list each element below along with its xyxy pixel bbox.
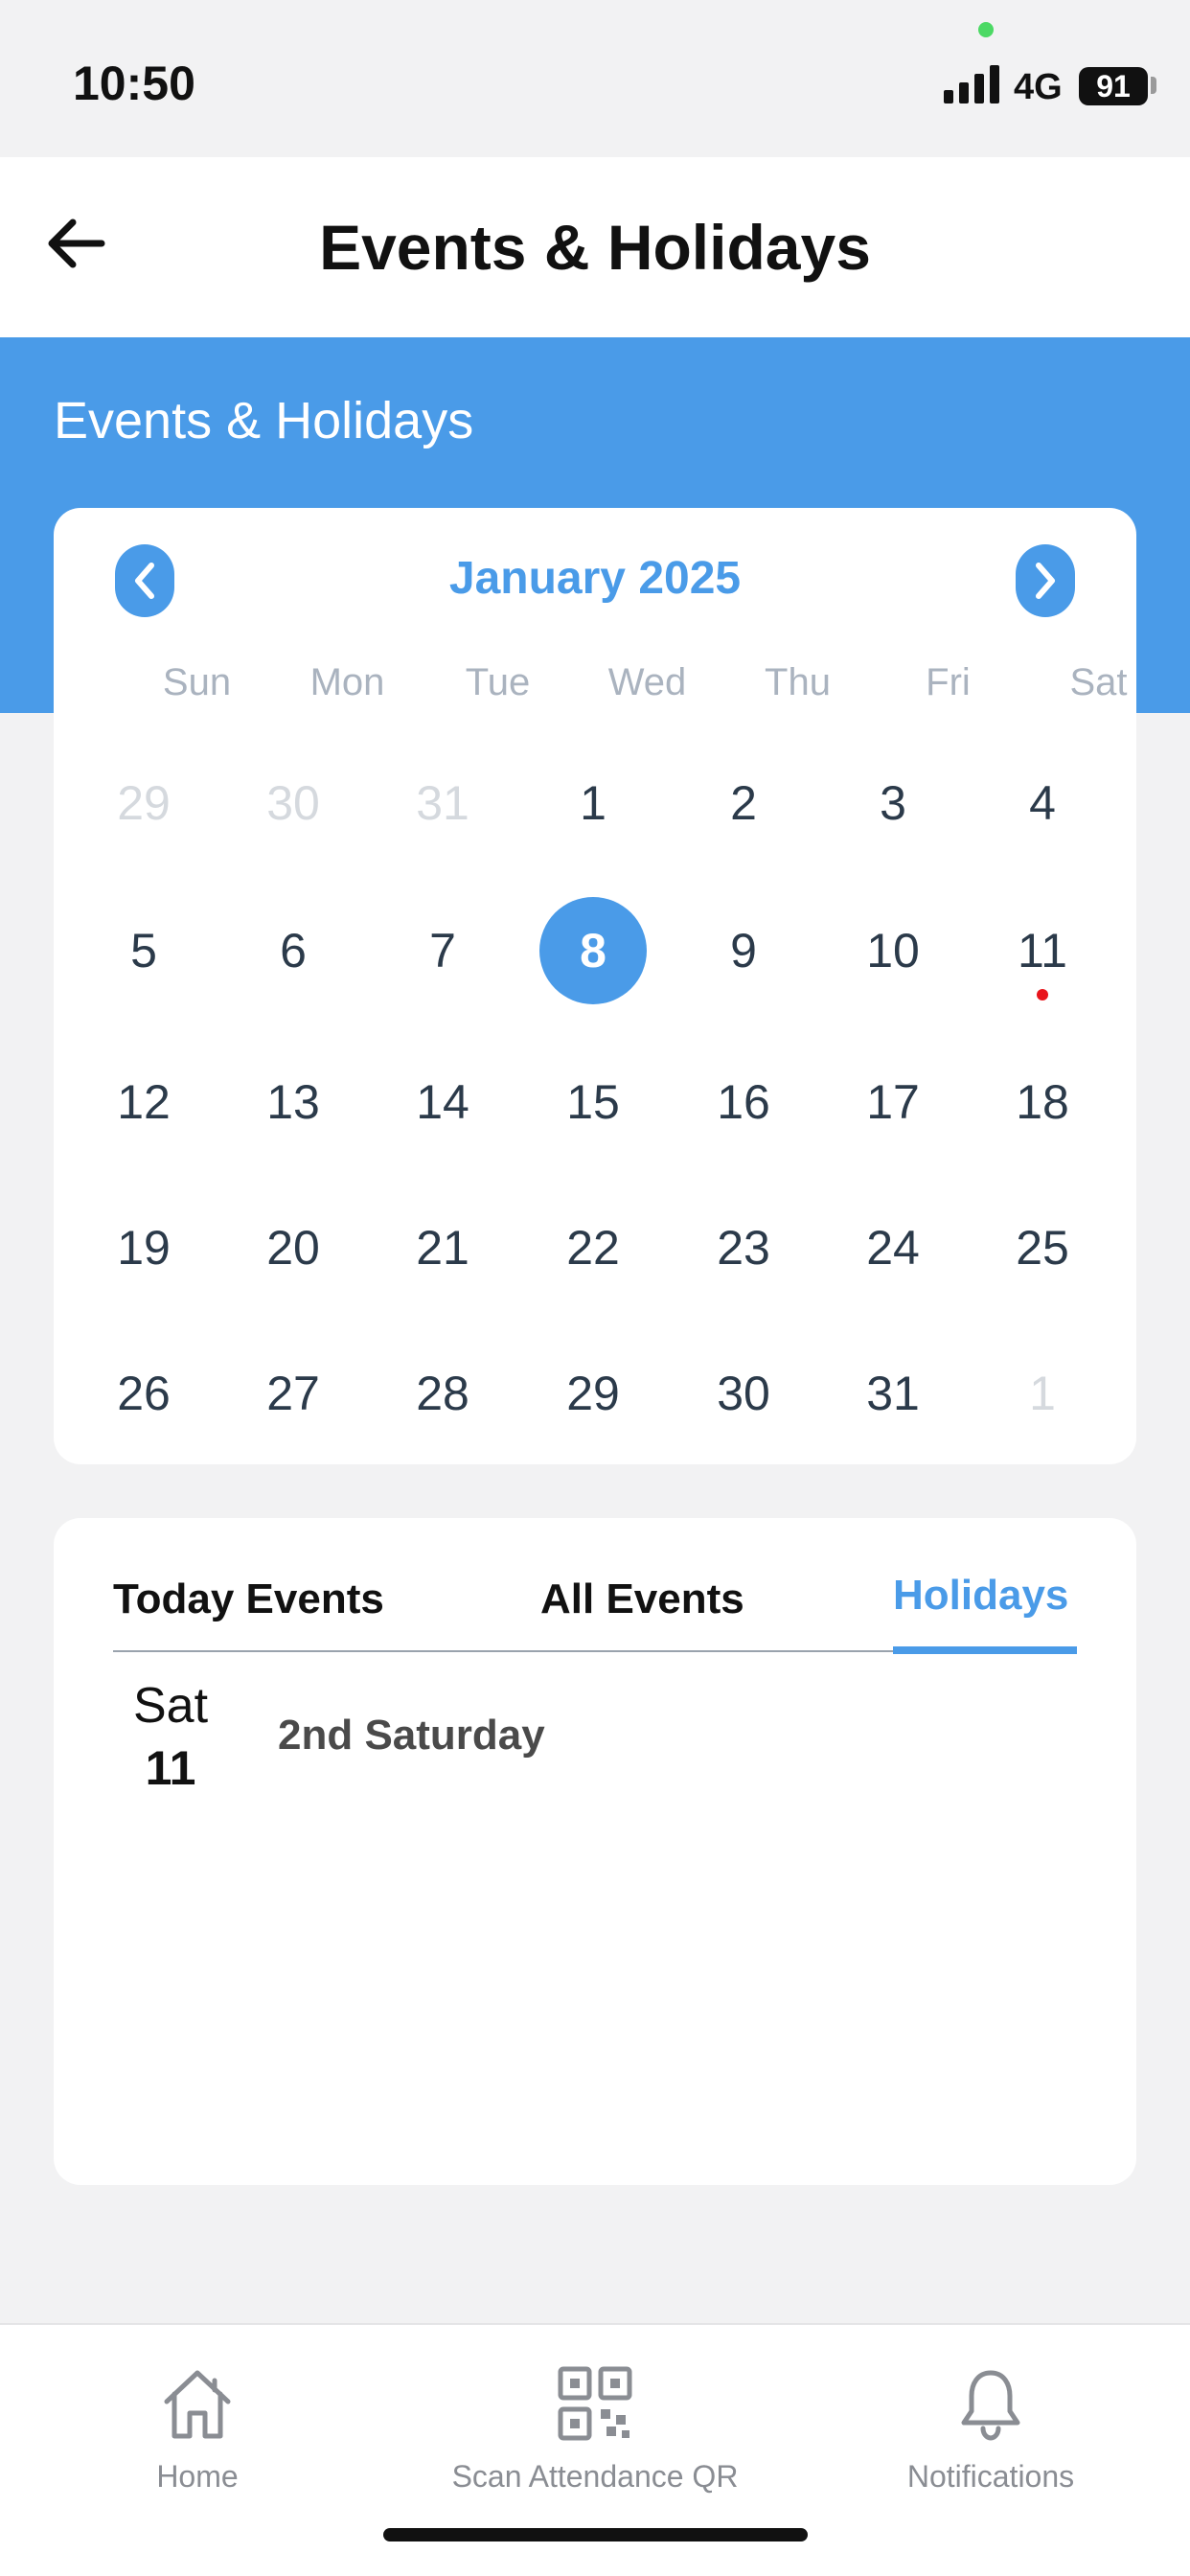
nav-notifications[interactable]: Notifications (818, 2344, 1163, 2517)
calendar-day[interactable]: 27 (240, 1340, 347, 1447)
nav-home[interactable]: Home (25, 2344, 370, 2517)
calendar-day[interactable]: 25 (989, 1194, 1096, 1301)
tab-today-events[interactable]: Today Events (113, 1576, 384, 1623)
calendar-day[interactable]: 31 (389, 749, 496, 857)
network-type: 4G (1014, 67, 1063, 107)
section-title: Events & Holidays (54, 392, 474, 449)
calendar-day[interactable]: 12 (90, 1048, 197, 1156)
qr-code-icon (558, 2366, 632, 2441)
event-marker-dot (1037, 989, 1048, 1000)
calendar-day[interactable]: 7 (389, 897, 496, 1004)
home-icon (164, 2370, 231, 2439)
tab-all-events[interactable]: All Events (540, 1576, 744, 1623)
active-tab-indicator (893, 1646, 1077, 1654)
calendar-day[interactable]: 28 (389, 1340, 496, 1447)
nav-label: Home (156, 2459, 239, 2494)
nav-label: Notifications (906, 2459, 1075, 2494)
status-time: 10:50 (73, 57, 195, 110)
page-title: Events & Holidays (319, 212, 871, 283)
nav-scan-attendance-qr[interactable]: Scan Attendance QR (423, 2344, 767, 2517)
calendar-day[interactable]: 23 (690, 1194, 797, 1301)
calendar-day[interactable]: 8 (539, 897, 647, 1004)
home-indicator (383, 2528, 808, 2542)
weekday-label: Thu (765, 661, 831, 703)
holiday-name: 2nd Saturday (278, 1712, 545, 1759)
battery-tip (1151, 77, 1156, 94)
status-bar: 10:50 4G 91 (0, 0, 1190, 157)
signal-icon (944, 65, 999, 104)
calendar-day[interactable]: 14 (389, 1048, 496, 1156)
calendar-day[interactable]: 1 (989, 1340, 1096, 1447)
holiday-list-item[interactable]: Sat 11 2nd Saturday (54, 1671, 1136, 1806)
calendar-day[interactable]: 9 (690, 897, 797, 1004)
app-header: Events & Holidays (0, 157, 1190, 337)
chevron-right-icon (1036, 563, 1055, 599)
calendar-day[interactable]: 10 (839, 897, 947, 1004)
calendar-day[interactable]: 2 (690, 749, 797, 857)
calendar-day[interactable]: 1 (539, 749, 647, 857)
weekday-label: Sat (1069, 661, 1128, 703)
bell-icon (961, 2370, 1020, 2441)
calendar-day[interactable]: 4 (989, 749, 1096, 857)
calendar-day[interactable]: 20 (240, 1194, 347, 1301)
tab-holidays[interactable]: Holidays (893, 1572, 1068, 1620)
calendar-day[interactable]: 18 (989, 1048, 1096, 1156)
calendar-day[interactable]: 3 (839, 749, 947, 857)
calendar-day[interactable]: 13 (240, 1048, 347, 1156)
month-title: January 2025 (448, 553, 742, 604)
next-month-button[interactable] (1016, 544, 1075, 617)
calendar-card: January 2025 Sun Mon Tue Wed Thu Fri Sat… (54, 508, 1136, 1464)
calendar-day[interactable]: 16 (690, 1048, 797, 1156)
nav-label: Scan Attendance QR (451, 2459, 739, 2494)
calendar-day[interactable]: 22 (539, 1194, 647, 1301)
privacy-indicator-dot (978, 22, 994, 37)
weekday-label: Mon (309, 661, 385, 703)
calendar-day[interactable]: 24 (839, 1194, 947, 1301)
holiday-date: 11 (145, 1741, 196, 1795)
weekday-header: Sun Mon Tue Wed Thu Fri Sat (54, 661, 1136, 709)
battery-icon: 91 (1079, 67, 1148, 105)
calendar-day[interactable]: 30 (240, 749, 347, 857)
calendar-day[interactable]: 26 (90, 1340, 197, 1447)
calendar-day[interactable]: 31 (839, 1340, 947, 1447)
calendar-day[interactable]: 29 (539, 1340, 647, 1447)
calendar-day[interactable]: 15 (539, 1048, 647, 1156)
holiday-weekday: Sat (132, 1678, 209, 1734)
weekday-label: Wed (607, 661, 687, 703)
events-card: Today Events All Events Holidays Sat 11 … (54, 1518, 1136, 2185)
weekday-label: Fri (926, 661, 971, 703)
calendar-day[interactable]: 21 (389, 1194, 496, 1301)
calendar-day[interactable]: 17 (839, 1048, 947, 1156)
calendar-day[interactable]: 30 (690, 1340, 797, 1447)
weekday-label: Tue (465, 661, 531, 703)
calendar-day[interactable]: 5 (90, 897, 197, 1004)
calendar-day[interactable]: 19 (90, 1194, 197, 1301)
weekday-label: Sun (162, 661, 232, 703)
calendar-day[interactable]: 6 (240, 897, 347, 1004)
calendar-day[interactable]: 29 (90, 749, 197, 857)
